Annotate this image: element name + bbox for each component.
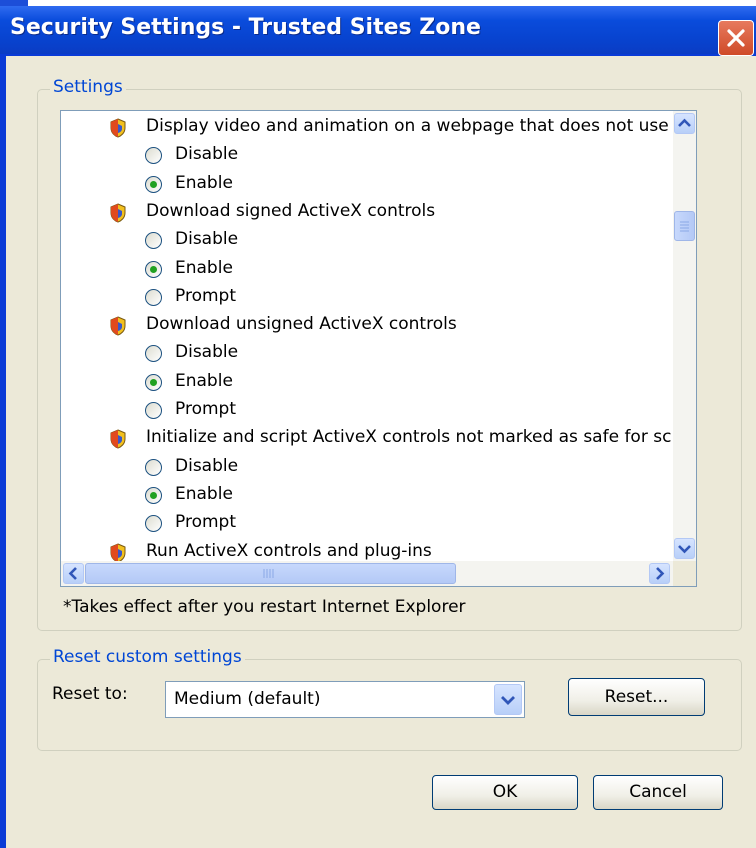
setting-option-label: Disable xyxy=(175,229,239,250)
setting-option-label: Disable xyxy=(175,342,239,363)
radio-dot xyxy=(150,491,157,499)
scroll-up-button[interactable] xyxy=(674,113,695,134)
setting-category-label: Initialize and script ActiveX controls n… xyxy=(146,427,672,448)
setting-category-label: Download unsigned ActiveX controls xyxy=(146,314,457,335)
setting-option-label: Enable xyxy=(175,172,233,193)
settings-list-content: Display video and animation on a webpage… xyxy=(61,111,673,561)
grip-icon xyxy=(680,221,689,232)
chevron-left-icon xyxy=(68,567,77,580)
radio-unchecked-icon[interactable] xyxy=(145,288,162,306)
dropdown-button[interactable] xyxy=(494,684,522,715)
ok-button-label: OK xyxy=(492,782,518,802)
title-bar[interactable]: Security Settings - Trusted Sites Zone xyxy=(0,6,756,56)
chevron-up-icon xyxy=(678,118,691,127)
close-button[interactable] xyxy=(718,20,754,56)
vertical-scrollbar[interactable] xyxy=(673,111,696,561)
scroll-down-button[interactable] xyxy=(674,538,695,559)
setting-option-label: Prompt xyxy=(175,512,236,533)
ok-button[interactable]: OK xyxy=(432,775,578,810)
reset-button-label: Reset... xyxy=(604,687,669,707)
setting-option-label: Enable xyxy=(175,370,233,391)
setting-category-label: Run ActiveX controls and plug-ins xyxy=(146,540,432,561)
setting-option-label: Prompt xyxy=(175,399,236,419)
setting-option-label: Prompt xyxy=(175,285,236,306)
radio-dot xyxy=(150,265,157,273)
radio-unchecked-icon[interactable] xyxy=(145,515,162,533)
restart-note: *Takes effect after you restart Internet… xyxy=(63,597,466,617)
close-icon xyxy=(727,29,745,47)
scroll-left-button[interactable] xyxy=(63,563,84,584)
radio-dot xyxy=(150,378,157,386)
chevron-down-icon xyxy=(678,545,691,554)
radio-checked-icon[interactable] xyxy=(145,373,162,391)
cancel-button[interactable]: Cancel xyxy=(593,775,723,810)
scrollbar-corner xyxy=(673,561,696,586)
shield-icon xyxy=(109,429,127,449)
radio-unchecked-icon[interactable] xyxy=(145,402,162,419)
reset-to-value: Medium (default) xyxy=(174,689,321,709)
radio-unchecked-icon[interactable] xyxy=(145,345,162,363)
radio-unchecked-icon[interactable] xyxy=(145,458,162,476)
shield-icon xyxy=(109,542,127,561)
radio-dot xyxy=(150,180,157,188)
shield-icon xyxy=(109,203,127,223)
scroll-right-button[interactable] xyxy=(649,563,670,584)
radio-unchecked-icon[interactable] xyxy=(145,147,162,165)
reset-to-label: Reset to: xyxy=(52,684,128,704)
radio-checked-icon[interactable] xyxy=(145,175,162,193)
window-title: Security Settings - Trusted Sites Zone xyxy=(10,15,481,40)
setting-option-label: Disable xyxy=(175,455,239,476)
shield-icon xyxy=(109,316,127,336)
vertical-scroll-thumb[interactable] xyxy=(674,211,695,241)
cancel-button-label: Cancel xyxy=(629,782,687,802)
reset-to-label-text: Reset to: xyxy=(52,684,128,704)
horizontal-scrollbar[interactable] xyxy=(61,561,673,586)
setting-category-label: Download signed ActiveX controls xyxy=(146,200,436,221)
settings-group-legend: Settings xyxy=(50,77,126,97)
chevron-down-icon xyxy=(501,696,515,705)
settings-list[interactable]: Display video and animation on a webpage… xyxy=(60,110,697,587)
setting-option-label: Enable xyxy=(175,257,233,278)
horizontal-scroll-thumb[interactable] xyxy=(85,563,456,584)
radio-unchecked-icon[interactable] xyxy=(145,232,162,250)
reset-group-legend: Reset custom settings xyxy=(50,647,245,667)
chevron-right-icon xyxy=(656,567,665,580)
shield-icon xyxy=(109,118,127,138)
reset-to-dropdown[interactable]: Medium (default) xyxy=(165,681,525,718)
grip-icon xyxy=(263,569,274,578)
radio-checked-icon[interactable] xyxy=(145,486,162,504)
setting-category-label: Display video and animation on a webpage… xyxy=(146,116,669,136)
setting-option-label: Enable xyxy=(175,483,233,504)
reset-button[interactable]: Reset... xyxy=(568,678,705,716)
radio-checked-icon[interactable] xyxy=(145,260,162,278)
setting-option-label: Disable xyxy=(175,144,239,165)
